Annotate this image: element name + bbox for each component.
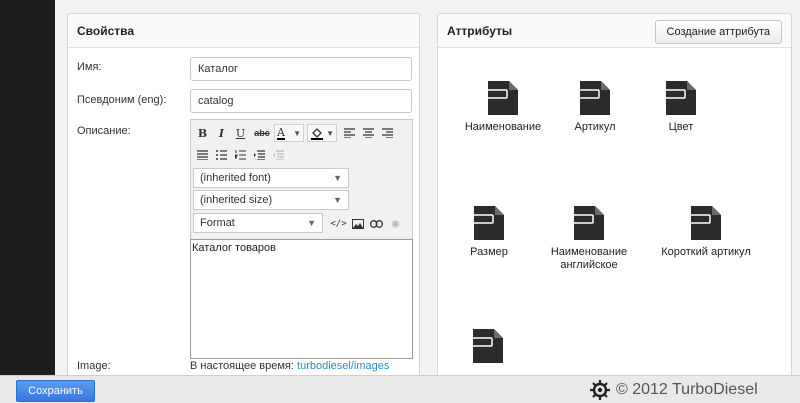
- indent-icon[interactable]: [250, 146, 269, 164]
- attributes-title: Аттрибуты: [447, 23, 513, 38]
- font-family-value: (inherited font): [200, 172, 271, 184]
- format-select[interactable]: Format ▼: [193, 213, 323, 233]
- underline-button[interactable]: U: [231, 124, 250, 142]
- font-size-value: (inherited size): [200, 194, 273, 206]
- document-icon: [488, 81, 518, 115]
- rich-text-editor: B I U abc A ▼ ▼ (inherited font) ▼ (inhe…: [190, 119, 413, 359]
- align-center-icon[interactable]: [359, 124, 378, 142]
- document-icon: [473, 329, 503, 363]
- editor-toolbar-row-3: </> ✺: [329, 214, 405, 234]
- attribute-item[interactable]: Наименование английское: [534, 206, 644, 272]
- name-field[interactable]: [190, 57, 412, 81]
- font-color-label: A: [277, 125, 285, 140]
- footer-bar: Сохранить © 2012 TurboDiesel: [0, 375, 800, 403]
- copyright-text: © 2012 TurboDiesel: [616, 381, 758, 398]
- outdent-icon[interactable]: [269, 146, 288, 164]
- align-right-icon[interactable]: [378, 124, 397, 142]
- chevron-down-icon: ▼: [307, 218, 316, 228]
- chevron-down-icon: ▼: [293, 128, 301, 138]
- unlink-icon[interactable]: ✺: [386, 215, 405, 233]
- background-color-button[interactable]: ▼: [307, 124, 337, 142]
- bold-button[interactable]: B: [193, 124, 212, 142]
- attribute-label: Короткий артикул: [661, 246, 751, 258]
- document-icon: [691, 206, 721, 240]
- italic-button[interactable]: I: [212, 124, 231, 142]
- attribute-item[interactable]: [433, 329, 543, 369]
- document-icon: [580, 81, 610, 115]
- left-sidebar: [0, 0, 55, 375]
- document-icon: [474, 206, 504, 240]
- numbered-list-icon[interactable]: [231, 146, 250, 164]
- gear-icon: [590, 380, 610, 400]
- image-path-link[interactable]: turbodiesel/images: [297, 360, 389, 372]
- format-value: Format: [200, 217, 235, 229]
- chevron-down-icon: ▼: [333, 195, 342, 205]
- font-color-button[interactable]: A ▼: [274, 124, 304, 142]
- properties-title: Свойства: [77, 23, 135, 38]
- document-icon: [574, 206, 604, 240]
- bullet-list-icon[interactable]: [212, 146, 231, 164]
- image-label: Image:: [77, 360, 111, 372]
- editor-toolbar-row-1: B I U abc A ▼ ▼: [193, 123, 397, 143]
- attribute-item[interactable]: Цвет: [626, 81, 736, 134]
- paint-bucket-icon: [311, 127, 323, 140]
- properties-panel: Свойства Имя: Псевдоним (eng): Описание:…: [67, 13, 420, 383]
- document-icon: [666, 81, 696, 115]
- create-attribute-button[interactable]: Создание аттрибута: [654, 20, 782, 44]
- editor-content-area[interactable]: Каталог товаров: [190, 239, 413, 359]
- attribute-item[interactable]: Короткий артикул: [651, 206, 761, 259]
- image-current: В настоящее время: turbodiesel/images: [190, 360, 389, 372]
- save-button[interactable]: Сохранить: [16, 380, 95, 402]
- justify-icon[interactable]: [193, 146, 212, 164]
- chevron-down-icon: ▼: [326, 128, 334, 138]
- attribute-label: Артикул: [574, 121, 616, 133]
- font-family-select[interactable]: (inherited font) ▼: [193, 168, 349, 188]
- alias-field[interactable]: [190, 89, 412, 113]
- image-current-prefix: В настоящее время:: [190, 360, 294, 372]
- attribute-label: Размер: [470, 246, 508, 258]
- source-code-icon[interactable]: </>: [329, 215, 348, 233]
- chevron-down-icon: ▼: [333, 173, 342, 183]
- attributes-panel: Аттрибуты Создание аттрибута Наименовани…: [437, 13, 792, 383]
- editor-content-text: Каталог товаров: [192, 242, 276, 254]
- attribute-label: Наименование английское: [550, 246, 628, 271]
- align-left-icon[interactable]: [340, 124, 359, 142]
- name-label: Имя:: [77, 61, 102, 73]
- editor-toolbar-row-2: [193, 145, 288, 165]
- attribute-label: Наименование: [464, 121, 542, 133]
- font-size-select[interactable]: (inherited size) ▼: [193, 190, 349, 210]
- image-icon[interactable]: [348, 215, 367, 233]
- attribute-label: Цвет: [668, 121, 694, 133]
- copyright: © 2012 TurboDiesel: [590, 378, 758, 402]
- link-icon[interactable]: [367, 215, 386, 233]
- strikethrough-button[interactable]: abc: [250, 124, 274, 142]
- description-label: Описание:: [77, 125, 131, 137]
- attribute-item[interactable]: Размер: [434, 206, 544, 259]
- alias-label: Псевдоним (eng):: [77, 94, 167, 106]
- properties-header: Свойства: [68, 14, 419, 48]
